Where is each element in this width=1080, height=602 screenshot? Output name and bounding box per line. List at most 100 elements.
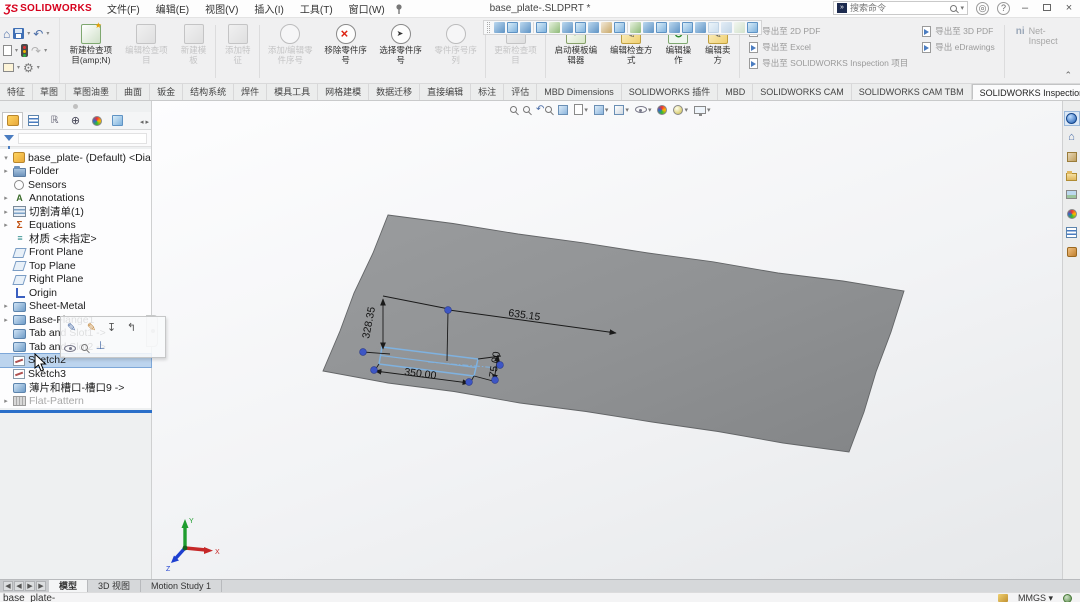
hide-show-items-icon[interactable]: ▾ [635, 106, 652, 114]
search-input[interactable] [850, 3, 947, 13]
tab-data-migration[interactable]: 数据迁移 [369, 84, 420, 100]
tool-icon[interactable] [507, 22, 518, 33]
tool-icon[interactable] [630, 22, 641, 33]
tool-icon[interactable] [747, 22, 758, 33]
expand-arrow-icon[interactable]: ▾ [2, 154, 10, 162]
expand-arrow-icon[interactable]: ▸ [2, 167, 10, 175]
tool-icon[interactable] [614, 22, 625, 33]
filter-icon[interactable] [4, 135, 14, 141]
view-orientation-icon[interactable]: ▾ [594, 105, 609, 115]
search-icon[interactable] [950, 5, 957, 12]
save-icon[interactable] [13, 28, 24, 39]
tree-item-flat-pattern[interactable]: ▸ Flat-Pattern [0, 394, 151, 408]
next-tab-icon[interactable]: ▶ [25, 581, 35, 591]
tool-icon[interactable] [669, 22, 680, 33]
normal-to-icon[interactable]: ⊥ [93, 339, 108, 354]
select-balloon-button[interactable]: 选择零件序号 [374, 22, 427, 81]
prev-tab-icon[interactable]: ◀ [14, 581, 24, 591]
undo-icon[interactable]: ↶ [33, 28, 43, 40]
feature-tree-tab[interactable] [2, 112, 23, 129]
tab-sheet-metal[interactable]: 钣金 [150, 84, 183, 100]
design-library-tab[interactable] [1064, 149, 1080, 164]
tool-icon[interactable] [575, 22, 586, 33]
panel-collapse-handle[interactable] [0, 101, 151, 112]
command-search[interactable]: » ▾ [833, 1, 968, 15]
forum-tab[interactable] [1064, 244, 1080, 259]
view-palette-tab[interactable] [1064, 187, 1080, 202]
3d-views-tab[interactable]: 3D 视图 [88, 580, 141, 592]
menu-edit[interactable]: 编辑(E) [149, 0, 196, 17]
base-plate-body[interactable] [323, 215, 904, 452]
tree-item-origin[interactable]: Origin [0, 286, 151, 300]
tree-item-folder[interactable]: ▸ Folder [0, 165, 151, 179]
graphics-viewport[interactable]: ↶ ▾ ▾ ▾ ▾ ▾ ▾ [152, 101, 1062, 579]
tab-surfaces[interactable]: 曲面 [117, 84, 150, 100]
tree-item-sketch3[interactable]: Sketch3 [0, 367, 151, 381]
menu-insert[interactable]: 插入(I) [247, 0, 290, 17]
tab-sketch[interactable]: 草图 [33, 84, 66, 100]
filter-input[interactable] [18, 133, 147, 144]
tool-icon[interactable] [520, 22, 531, 33]
zoom-to-selection-icon[interactable] [81, 344, 88, 351]
tab-mbd-dimensions[interactable]: MBD Dimensions [537, 84, 622, 100]
file-properties-icon[interactable] [3, 63, 14, 72]
last-tab-icon[interactable]: ▶ [36, 581, 46, 591]
expand-arrow-icon[interactable]: ▸ [2, 316, 10, 324]
model-tab[interactable]: 模型 [49, 580, 88, 592]
tree-item-sensors[interactable]: Sensors [0, 178, 151, 192]
pin-menu-icon[interactable] [394, 3, 404, 15]
unit-system[interactable]: MMGS ▾ [1018, 593, 1053, 602]
tree-item-right-plane[interactable]: Right Plane [0, 273, 151, 287]
insert-into-new-part-icon[interactable]: ↧ [104, 321, 119, 336]
expand-arrow-icon[interactable]: ▸ [2, 221, 10, 229]
search-dropdown-icon[interactable]: ▾ [960, 4, 964, 12]
tab-mbd[interactable]: MBD [718, 84, 753, 100]
previous-view-icon[interactable]: ↶ [536, 105, 552, 115]
restore-button[interactable] [1040, 2, 1054, 14]
properties-dropdown-icon[interactable]: ▾ [17, 64, 20, 71]
tree-item-material[interactable]: ≡ 材质 <未指定> [0, 232, 151, 246]
tool-icon[interactable] [562, 22, 573, 33]
status-globe-icon[interactable] [1063, 594, 1072, 602]
tree-item-equations[interactable]: ▸ Σ Equations [0, 219, 151, 233]
menu-tools[interactable]: 工具(T) [293, 0, 340, 17]
tab-mesh-modeling[interactable]: 网格建模 [318, 84, 369, 100]
panel-splitter[interactable] [0, 410, 152, 413]
model-canvas[interactable]: 635.15 328.35 350.00 75.00 [152, 101, 1062, 579]
appearances-tab[interactable] [1064, 206, 1080, 221]
tree-item-top-plane[interactable]: Top Plane [0, 259, 151, 273]
first-tab-icon[interactable]: ◀ [3, 581, 13, 591]
tab-cam[interactable]: SOLIDWORKS CAM [753, 84, 852, 100]
rebuild-icon[interactable] [21, 44, 28, 57]
help-icon[interactable]: ? [997, 2, 1010, 15]
new-dropdown-icon[interactable]: ▾ [15, 47, 18, 54]
display-style-icon[interactable]: ▾ [614, 105, 629, 115]
tool-icon[interactable] [601, 22, 612, 33]
menu-file[interactable]: 文件(F) [100, 0, 147, 17]
dimxpert-tab[interactable]: ⊕ [65, 112, 86, 129]
save-dropdown-icon[interactable]: ▾ [27, 30, 30, 37]
tab-mold-tools[interactable]: 模具工具 [267, 84, 318, 100]
rollback-icon[interactable]: ↰ [124, 321, 139, 336]
solidworks-resources-tab[interactable] [1064, 111, 1080, 126]
tool-icon[interactable] [536, 22, 547, 33]
tree-item-tab-slot9[interactable]: 薄片和槽口-槽口9 -> [0, 381, 151, 395]
menu-view[interactable]: 视图(V) [198, 0, 245, 17]
tree-item-annotations[interactable]: ▸ A Annotations [0, 192, 151, 206]
menu-window[interactable]: 窗口(W) [342, 0, 392, 17]
motion-study-tab[interactable]: Motion Study 1 [141, 580, 222, 592]
edit-appearance-icon[interactable] [657, 105, 667, 115]
tool-icon[interactable] [695, 22, 706, 33]
tab-structure-system[interactable]: 结构系统 [183, 84, 234, 100]
tool-icon[interactable] [682, 22, 693, 33]
tab-inspection[interactable]: SOLIDWORKS Inspection [972, 84, 1080, 100]
tab-weldments[interactable]: 焊件 [234, 84, 267, 100]
close-button[interactable]: × [1062, 2, 1076, 14]
expand-arrow-icon[interactable]: ▸ [2, 397, 10, 405]
edit-sketch-icon[interactable]: ✎ [64, 321, 79, 336]
tree-item-front-plane[interactable]: Front Plane [0, 246, 151, 260]
expand-arrow-icon[interactable]: ▸ [2, 194, 10, 202]
new-document-icon[interactable] [3, 45, 12, 56]
tab-scroll-left-icon[interactable]: ◂ [140, 118, 144, 126]
custom-properties-tab[interactable] [1064, 225, 1080, 240]
